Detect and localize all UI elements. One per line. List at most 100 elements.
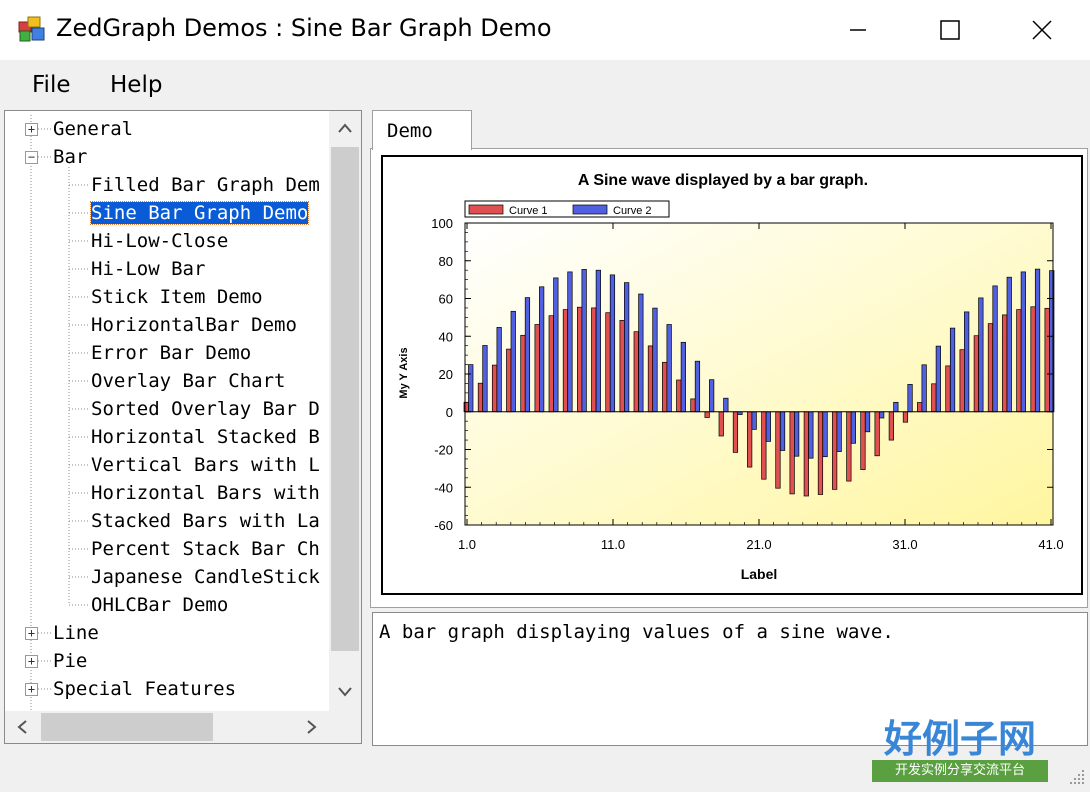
tree-node[interactable]: Pie xyxy=(53,647,87,675)
bar-2 xyxy=(822,411,828,458)
scrollbar-corner xyxy=(329,711,361,743)
tree-leaf-item[interactable]: Horizontal Bars with xyxy=(91,479,320,507)
tree-node-label: Vertical Bars with L xyxy=(91,454,320,476)
bar-1 xyxy=(591,307,597,413)
bar-2 xyxy=(964,311,970,413)
bar-2 xyxy=(609,274,616,413)
tree-leaf-item[interactable]: Stacked Bars with La xyxy=(91,507,320,535)
minimize-button[interactable] xyxy=(812,0,904,60)
tree-leaf-item[interactable]: Stick Item Demo xyxy=(91,283,263,311)
tree-node-label: Sorted Overlay Bar D xyxy=(91,398,320,420)
bar-1 xyxy=(945,365,951,413)
tree-leaf-item[interactable]: Percent Stack Bar Ch xyxy=(91,535,320,563)
scroll-up-icon[interactable] xyxy=(337,121,353,135)
y-tick-label: -40 xyxy=(434,480,453,495)
tree-leaf-item[interactable]: Japanese CandleStick xyxy=(91,563,320,591)
bar-1 xyxy=(534,324,540,413)
tree-vertical-scrollbar[interactable] xyxy=(329,111,361,711)
y-tick-label: 80 xyxy=(439,254,453,269)
bar-2 xyxy=(779,411,786,451)
bar-2 xyxy=(907,384,913,413)
bar-2 xyxy=(879,411,885,419)
tree-node-label: Error Bar Demo xyxy=(91,342,252,364)
tree-leaf-item[interactable]: Error Bar Demo xyxy=(91,339,251,367)
tree-node-label: Stacked Bars with La xyxy=(91,510,320,532)
sine-bar-chart: A Sine wave displayed by a bar graph. Cu… xyxy=(398,172,1064,582)
menu-file[interactable]: File xyxy=(32,72,71,98)
bar-1 xyxy=(605,312,611,413)
expand-icon[interactable]: + xyxy=(25,627,38,640)
tree-node-label: Filled Bar Graph Dem xyxy=(91,174,320,196)
bar-2 xyxy=(765,411,771,442)
bar-2 xyxy=(978,297,984,413)
y-axis-label: My Y Axis xyxy=(398,347,410,398)
bar-2 xyxy=(624,282,630,413)
legend-swatch xyxy=(468,204,504,215)
expand-icon[interactable]: + xyxy=(25,655,38,668)
bar-2 xyxy=(1034,268,1041,413)
bar-1 xyxy=(690,398,696,413)
tree-leaf-item[interactable]: Filled Bar Graph Dem xyxy=(91,171,320,199)
bar-2 xyxy=(808,411,814,459)
scroll-left-icon[interactable] xyxy=(15,719,29,735)
scroll-right-icon[interactable] xyxy=(305,719,319,735)
scroll-down-icon[interactable] xyxy=(337,685,353,699)
bar-1 xyxy=(491,364,498,413)
expand-icon[interactable]: + xyxy=(25,683,38,696)
bar-2 xyxy=(1006,276,1012,413)
collapse-icon[interactable]: − xyxy=(25,151,38,164)
tree-node[interactable]: General xyxy=(53,115,133,143)
tree-horizontal-scrollbar[interactable] xyxy=(5,711,329,743)
bar-1 xyxy=(718,411,724,437)
bar-1 xyxy=(832,411,838,490)
watermark-logo: 好例子网 开发实例分享交流平台 xyxy=(870,708,1050,784)
bar-1 xyxy=(577,306,583,413)
legend-swatch xyxy=(572,204,608,215)
bar-2 xyxy=(836,411,842,452)
y-tick-label: 20 xyxy=(439,367,453,382)
tree-leaf-item[interactable]: Overlay Bar Chart xyxy=(91,367,285,395)
tab-demo[interactable]: Demo xyxy=(372,110,472,150)
plot-area: 100 80 60 40 20 0 -20 -40 -60 1.0 11.0 21.0 31.0 41.0 xyxy=(431,216,1063,552)
bar-2 xyxy=(794,411,800,457)
resize-grip-icon[interactable] xyxy=(1068,768,1086,786)
tree-leaf-item[interactable]: Hi-Low Bar xyxy=(91,255,205,283)
bar-2 xyxy=(638,293,644,413)
bar-1 xyxy=(860,411,866,470)
bar-2 xyxy=(921,364,927,413)
tree-leaf-item[interactable]: Sorted Overlay Bar D xyxy=(91,395,320,423)
tree-leaf-item[interactable]: Hi-Low-Close xyxy=(91,227,228,255)
tree-leaf-item[interactable]: Horizontal Stacked B xyxy=(91,423,320,451)
bar-2 xyxy=(666,324,672,413)
tree-node-label: Pie xyxy=(53,650,88,672)
chart-legend: Curve 1 Curve 2 xyxy=(464,200,670,218)
tree-node[interactable]: Special Features xyxy=(53,675,236,703)
demo-tree-view[interactable]: General + Bar − Filled Bar Graph Dem Sine Bar… xyxy=(4,110,362,744)
tree-node[interactable]: Line xyxy=(53,619,99,647)
tree-node-label: Sine Bar Graph Demo xyxy=(89,201,310,225)
close-button[interactable] xyxy=(996,0,1088,60)
zedgraph-control[interactable]: A Sine wave displayed by a bar graph. Cu… xyxy=(381,155,1083,595)
bar-1 xyxy=(902,411,909,423)
bar-2 xyxy=(680,341,686,413)
bar-2 xyxy=(864,411,871,433)
bar-1 xyxy=(931,383,937,413)
maximize-icon xyxy=(940,20,960,40)
bar-2 xyxy=(949,327,956,413)
tree-horizontal-scroll-thumb[interactable] xyxy=(41,713,213,741)
tree-leaf-item[interactable]: HorizontalBar Demo xyxy=(91,311,297,339)
tree-node-label: Stick Item Demo xyxy=(91,286,263,308)
maximize-button[interactable] xyxy=(904,0,996,60)
bar-2 xyxy=(595,269,601,413)
menu-help[interactable]: Help xyxy=(110,72,162,98)
tree-leaf-item[interactable]: Vertical Bars with L xyxy=(91,451,320,479)
expand-icon[interactable]: + xyxy=(25,123,38,136)
tree-node-label: Horizontal Stacked B xyxy=(91,426,320,448)
tree-node-label: Hi-Low Bar xyxy=(91,258,206,280)
bar-2 xyxy=(482,345,488,413)
tree-leaf-item[interactable]: OHLCBar Demo xyxy=(91,591,228,619)
tree-node[interactable]: Bar xyxy=(53,143,87,171)
tree-leaf-item[interactable]: Sine Bar Graph Demo xyxy=(89,199,310,227)
tree-node-label: Horizontal Bars with xyxy=(91,482,320,504)
tree-vertical-scroll-thumb[interactable] xyxy=(331,147,359,651)
